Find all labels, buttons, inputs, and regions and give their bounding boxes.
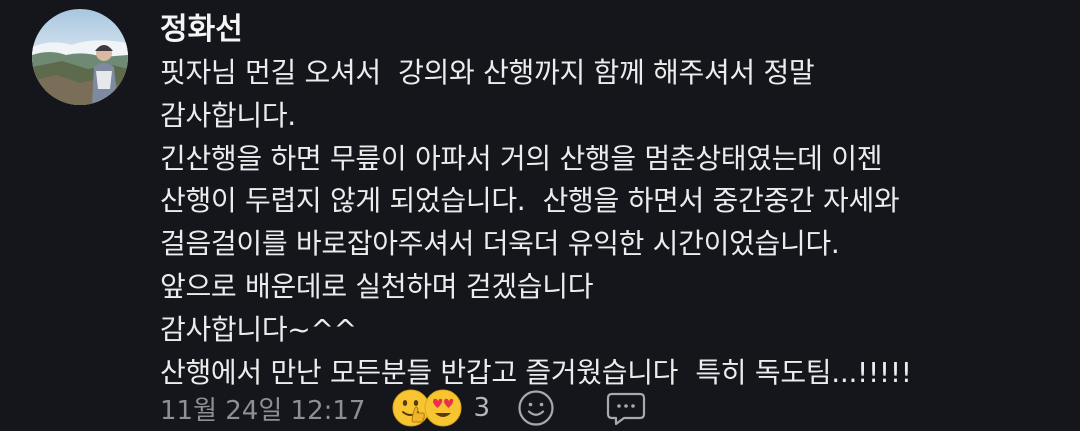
- comment-line: 앞으로 배운데로 실천하며 걷겠습니다: [160, 269, 594, 303]
- avatar[interactable]: [32, 9, 128, 105]
- reaction-count: 3: [473, 393, 491, 423]
- reply-button[interactable]: [604, 388, 648, 428]
- add-reaction-button[interactable]: [516, 388, 556, 428]
- comment-line: 산행이 두렵지 않게 되었습니다. 산행을 하면서 중간중간 자세와: [160, 184, 900, 218]
- comment-meta: 11월 24일 12:17 3: [160, 386, 648, 430]
- reaction-icons: [391, 388, 465, 428]
- comment-line: 감사합니다.: [160, 98, 296, 132]
- reaction-summary[interactable]: 3: [391, 388, 490, 428]
- smile-icon: [518, 390, 554, 426]
- comment-item: 정화선 핏자님 먼길 오셔서 강의와 산행까지 함께 해주셔서 정말 감사합니다…: [0, 0, 1080, 431]
- reply-icon: [606, 392, 646, 426]
- comment-line: 핏자님 먼길 오셔서 강의와 산행까지 함께 해주셔서 정말: [160, 56, 815, 89]
- comment-body: 핏자님 먼길 오셔서 강의와 산행까지 함께 해주셔서 정말 감사합니다. 긴산…: [160, 52, 1060, 394]
- comment-line: 걸음걸이를 바로잡아주셔서 더욱더 유익한 시간이었습니다.: [160, 227, 840, 261]
- timestamp: 11월 24일 12:17: [160, 395, 366, 426]
- avatar-photo: [32, 9, 128, 105]
- heart-eyes-emoji-icon: [424, 389, 462, 427]
- comment-line: 긴산행을 하면 무릎이 아파서 거의 산행을 멈춘상태였는데 이젠: [160, 141, 883, 175]
- comment-line: 감사합니다~^^: [160, 312, 357, 346]
- author-name[interactable]: 정화선: [160, 10, 243, 50]
